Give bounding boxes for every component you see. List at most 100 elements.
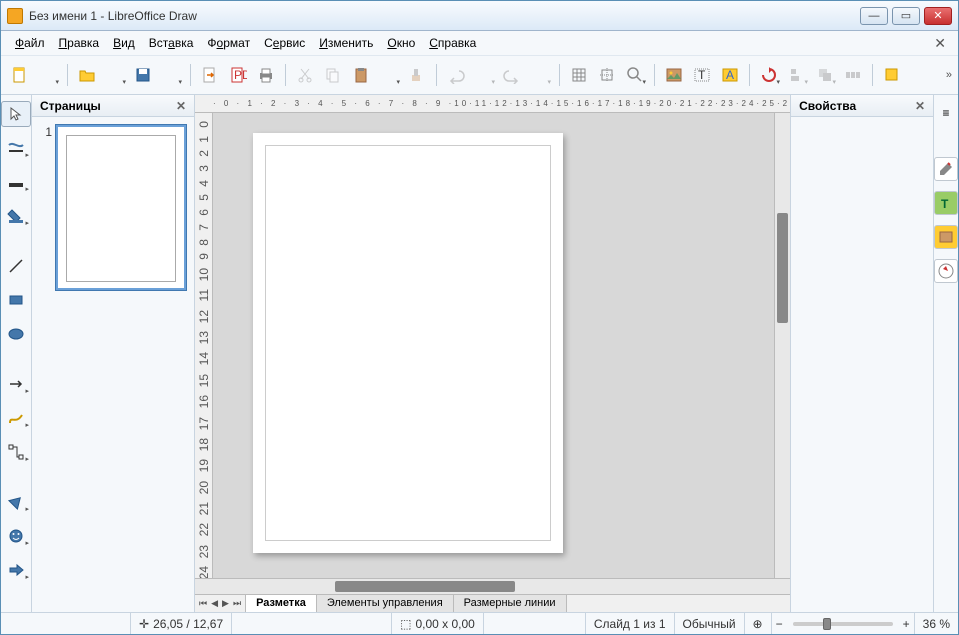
export-button[interactable] [197,62,223,88]
menu-tools[interactable]: Сервис [258,34,311,52]
zoom-button[interactable] [622,62,648,88]
redo-button[interactable] [499,62,525,88]
area-fill-tool[interactable] [1,203,31,229]
pages-list[interactable]: 1 [32,117,194,612]
page-navigation: ⏮ ◀ ▶ ⏭ [195,595,245,612]
properties-panel-close-button[interactable]: ✕ [915,99,925,113]
paste-dropdown[interactable] [376,62,402,88]
save-button[interactable] [130,62,156,88]
drawing-canvas[interactable] [213,113,774,578]
horizontal-scrollbar[interactable] [195,578,790,594]
insert-textbox-button[interactable]: T [689,62,715,88]
pages-panel-close-button[interactable]: ✕ [176,99,186,113]
first-page-button[interactable]: ⏮ [199,598,207,609]
copy-button[interactable] [320,62,346,88]
close-document-button[interactable]: ✕ [930,35,950,52]
last-page-button[interactable]: ⏭ [233,598,241,609]
toolbar-overflow-button[interactable]: » [946,69,952,81]
line-tool[interactable] [1,253,31,279]
sidebar-navigator-tab[interactable] [934,259,958,283]
new-doc-dropdown[interactable] [35,62,61,88]
sidebar-properties-tab[interactable] [934,157,958,181]
zoom-fit-button[interactable]: ⊕ [745,613,772,634]
menubar: Файл Правка Вид Вставка Формат Сервис Из… [1,31,958,55]
close-window-button[interactable]: ✕ [924,7,952,25]
menu-format[interactable]: Формат [201,34,256,52]
zoom-slider[interactable] [793,622,893,626]
clone-formatting-button[interactable] [404,62,430,88]
status-page-style[interactable]: Обычный [675,613,745,634]
ellipse-tool[interactable] [1,321,31,347]
drawing-toolbar [1,95,32,612]
connector-tool[interactable] [1,439,31,465]
basic-shapes-tool[interactable] [1,489,31,515]
pages-panel: Страницы ✕ 1 [32,95,195,612]
lines-arrows-tool[interactable] [1,371,31,397]
undo-button[interactable] [443,62,469,88]
minimize-button[interactable]: — [860,7,888,25]
page-preview[interactable] [56,125,186,290]
line-style-tool[interactable] [1,135,31,161]
menu-modify[interactable]: Изменить [313,34,379,52]
svg-text:T: T [698,68,706,82]
sidebar-tabs: ≡ T [933,95,958,612]
select-tool[interactable] [1,101,31,127]
paste-button[interactable] [348,62,374,88]
curve-tool[interactable] [1,405,31,431]
status-slide-number[interactable]: Слайд 1 из 1 [586,613,675,634]
cut-button[interactable] [292,62,318,88]
insert-image-button[interactable] [661,62,687,88]
menu-view[interactable]: Вид [107,34,141,52]
menu-window[interactable]: Окно [381,34,421,52]
save-dropdown[interactable] [158,62,184,88]
open-button[interactable] [74,62,100,88]
block-arrows-tool[interactable] [1,557,31,583]
zoom-percentage[interactable]: 36 % [914,613,958,634]
print-button[interactable] [253,62,279,88]
open-dropdown[interactable] [102,62,128,88]
status-info [1,613,131,634]
grid-button[interactable] [566,62,592,88]
tab-dimension-lines[interactable]: Размерные линии [454,595,567,612]
redo-dropdown[interactable] [527,62,553,88]
export-pdf-button[interactable]: PDF [225,62,251,88]
page-surface[interactable] [253,133,563,553]
tab-layout[interactable]: Разметка [246,595,317,612]
statusbar: ✛ 26,05 / 12,67 ⬚ 0,00 x 0,00 Слайд 1 из… [1,612,958,634]
fontwork-button[interactable]: A [717,62,743,88]
maximize-button[interactable]: ▭ [892,7,920,25]
status-object-size: ⬚ 0,00 x 0,00 [392,613,484,634]
tab-controls[interactable]: Элементы управления [317,595,454,612]
sidebar-settings-button[interactable]: ≡ [934,101,958,125]
menu-insert[interactable]: Вставка [143,34,200,52]
vertical-scrollbar[interactable] [774,113,790,578]
menu-file[interactable]: Файл [9,34,51,52]
size-icon: ⬚ [400,617,411,631]
menu-help[interactable]: Справка [423,34,482,52]
vertical-ruler[interactable]: 0123456789101112131415161718192021222324… [195,113,213,578]
new-doc-button[interactable] [7,62,33,88]
next-page-button[interactable]: ▶ [222,598,229,609]
horizontal-ruler[interactable]: · 0 · 1 · 2 · 3 · 4 · 5 · 6 · 7 · 8 · 9 … [195,95,790,113]
line-color-tool[interactable] [1,169,31,195]
undo-dropdown[interactable] [471,62,497,88]
window-title: Без имени 1 - LibreOffice Draw [29,9,860,23]
standard-toolbar: PDF T A » [1,55,958,95]
symbol-shapes-tool[interactable] [1,523,31,549]
rectangle-tool[interactable] [1,287,31,313]
distribute-button[interactable] [840,62,866,88]
helplines-button[interactable] [594,62,620,88]
prev-page-button[interactable]: ◀ [211,598,218,609]
menu-edit[interactable]: Правка [53,34,106,52]
zoom-in-button[interactable]: + [903,617,910,631]
sidebar-gallery-tab[interactable] [934,225,958,249]
zoom-out-button[interactable]: − [776,617,783,631]
properties-panel: Свойства ✕ [790,95,933,612]
shadow-button[interactable] [879,62,905,88]
page-thumbnail[interactable]: 1 [40,125,186,290]
transformations-button[interactable] [756,62,782,88]
align-button[interactable] [784,62,810,88]
arrange-button[interactable] [812,62,838,88]
sidebar-styles-tab[interactable]: T [934,191,958,215]
menu-icon: ≡ [942,106,949,120]
